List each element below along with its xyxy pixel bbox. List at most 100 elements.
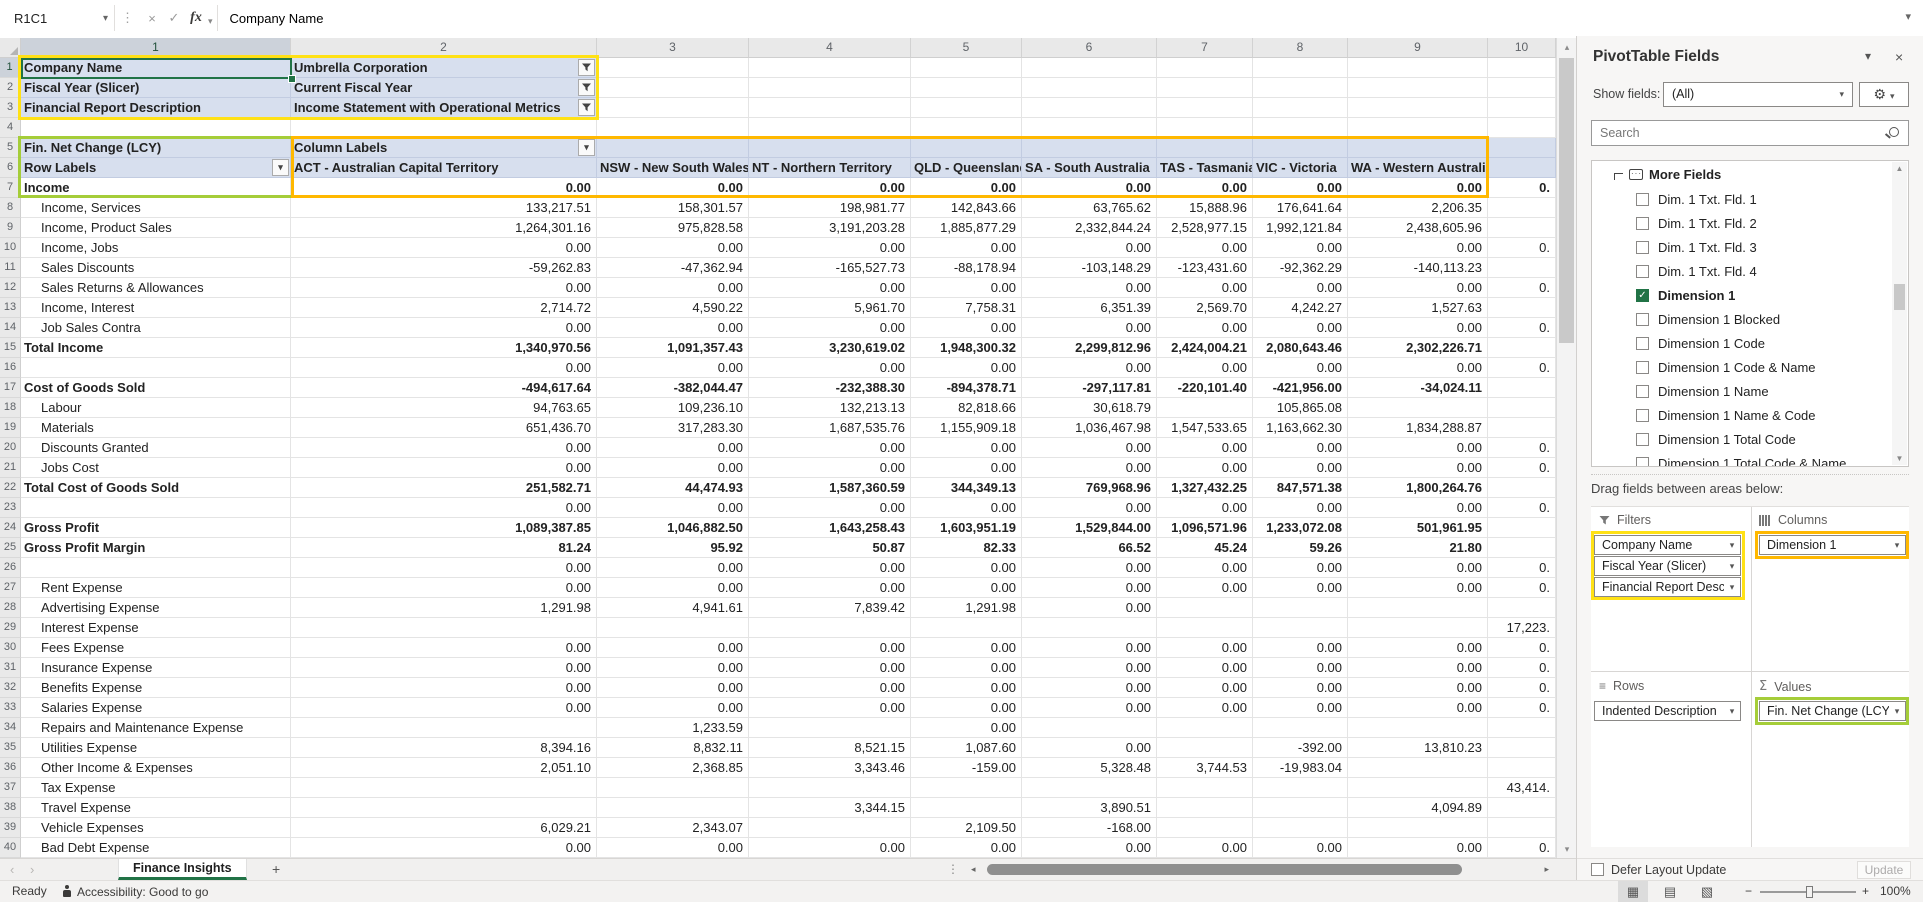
column-header[interactable]: 3 [597,38,749,58]
row-header[interactable]: 11 [0,258,21,278]
row-header[interactable]: 26 [0,558,21,578]
field-item[interactable]: Dim. 1 Txt. Fld. 2 [1592,211,1908,235]
grid-cell[interactable]: 0.00 [1022,358,1157,378]
grid-cell[interactable] [1488,398,1556,418]
column-header[interactable]: 10 [1488,38,1556,58]
grid-cell[interactable]: -297,117.81 [1022,378,1157,398]
grid-cell[interactable]: 0. [1488,638,1556,658]
close-icon[interactable]: × [1895,49,1903,65]
grid-cell[interactable]: VIC - Victoria [1253,158,1348,178]
grid-cell[interactable] [1022,98,1157,118]
grid-cell[interactable]: Job Sales Contra [21,318,291,338]
collapse-icon[interactable] [1614,173,1623,180]
grid-cell[interactable]: 0.00 [1348,638,1488,658]
grid-cell[interactable]: 0.00 [749,178,911,198]
grid-cell[interactable] [1488,98,1556,118]
prev-sheet-icon[interactable]: ‹ [10,862,14,877]
grid-cell[interactable]: 0.00 [597,438,749,458]
field-checkbox[interactable] [1636,361,1649,374]
grid-cell[interactable] [21,558,291,578]
grid-cell[interactable]: 0.00 [597,278,749,298]
grid-cell[interactable] [21,358,291,378]
grid-cell[interactable]: 0.00 [1348,678,1488,698]
row-header[interactable]: 1 [0,58,21,78]
row-header[interactable]: 6 [0,158,21,178]
row-header[interactable]: 28 [0,598,21,618]
grid-cell[interactable]: 6,029.21 [291,818,597,838]
grid-cell[interactable]: 0.00 [1253,278,1348,298]
grid-cell[interactable]: Gross Profit [21,518,291,538]
grid-cell[interactable] [911,78,1022,98]
grid-cell[interactable]: 0.00 [1157,838,1253,858]
grid-cell[interactable] [597,98,749,118]
grid-cell[interactable] [1253,818,1348,838]
grid-cell[interactable]: 0.00 [749,558,911,578]
grid-cell[interactable]: 1,527.63 [1348,298,1488,318]
select-all-corner[interactable] [0,38,21,58]
grid-cell[interactable]: 8,394.16 [291,738,597,758]
grid-cell[interactable]: 0.00 [597,638,749,658]
grid-cell[interactable] [1253,618,1348,638]
grid-cell[interactable] [1488,718,1556,738]
grid-cell[interactable]: 0.00 [1157,578,1253,598]
grid-cell[interactable]: 0.00 [911,458,1022,478]
grid-cell[interactable]: 0.00 [749,678,911,698]
grid-cell[interactable]: Travel Expense [21,798,291,818]
grid-cell[interactable] [1348,818,1488,838]
grid-cell[interactable]: 7,758.31 [911,298,1022,318]
grid-cell[interactable]: 1,291.98 [291,598,597,618]
grid-cell[interactable] [911,798,1022,818]
grid-cell[interactable]: 0.00 [1157,658,1253,678]
field-item[interactable]: Dimension 1 Blocked [1592,307,1908,331]
grid-cell[interactable]: Row Labels▾ [21,158,291,178]
grid-cell[interactable]: 0.00 [1022,578,1157,598]
grid-cell[interactable]: 0. [1488,658,1556,678]
grid-cell[interactable] [749,818,911,838]
next-sheet-icon[interactable]: › [30,862,34,877]
row-header[interactable]: 16 [0,358,21,378]
row-header[interactable]: 24 [0,518,21,538]
grid-cell[interactable]: Vehicle Expenses [21,818,291,838]
grid-cell[interactable]: Benefits Expense [21,678,291,698]
grid-cell[interactable] [291,118,597,138]
grid-cell[interactable]: Fees Expense [21,638,291,658]
grid-cell[interactable]: 2,051.10 [291,758,597,778]
fill-handle[interactable] [288,75,296,83]
grid-cell[interactable]: 0.00 [1022,458,1157,478]
row-header[interactable]: 10 [0,238,21,258]
grid-cell[interactable]: 0.00 [1157,438,1253,458]
column-header[interactable]: 9 [1348,38,1488,58]
grid-cell[interactable]: 7,839.42 [749,598,911,618]
grid-cell[interactable] [1488,798,1556,818]
grid-cell[interactable]: 0.00 [597,458,749,478]
grid-cell[interactable]: 0.00 [291,178,597,198]
field-item[interactable]: Dimension 1 Name & Code [1592,403,1908,427]
grid-cell[interactable]: NT - Northern Territory [749,158,911,178]
grid-cell[interactable] [749,98,911,118]
grid-cell[interactable] [911,138,1022,158]
grid-cell[interactable] [597,78,749,98]
grid-cell[interactable]: 1,547,533.65 [1157,418,1253,438]
grid-cell[interactable] [749,718,911,738]
grid-cell[interactable]: 0.00 [1157,318,1253,338]
grid-cell[interactable]: 1,587,360.59 [749,478,911,498]
grid-cell[interactable]: 0.00 [291,698,597,718]
search-input[interactable]: Search [1591,120,1909,146]
grid-cell[interactable]: 0. [1488,458,1556,478]
grid-cell[interactable]: 0.00 [1253,658,1348,678]
show-fields-dropdown[interactable]: (All) ▾ [1663,82,1853,107]
grid-cell[interactable]: 0.00 [1022,178,1157,198]
column-header[interactable]: 4 [749,38,911,58]
grid-cell[interactable]: 0. [1488,578,1556,598]
row-header[interactable]: 35 [0,738,21,758]
field-checkbox[interactable] [1636,457,1649,468]
grid-cell[interactable] [1488,378,1556,398]
row-header[interactable]: 12 [0,278,21,298]
grid-cell[interactable]: 1,327,432.25 [1157,478,1253,498]
field-checkbox[interactable]: ✓ [1636,289,1649,302]
column-labels-dropdown[interactable]: ▾ [578,139,595,156]
grid-cell[interactable]: Fiscal Year (Slicer) [21,78,291,98]
grid-cell[interactable]: 0.00 [749,638,911,658]
grid-cell[interactable] [1022,138,1157,158]
grid-cell[interactable] [1253,78,1348,98]
